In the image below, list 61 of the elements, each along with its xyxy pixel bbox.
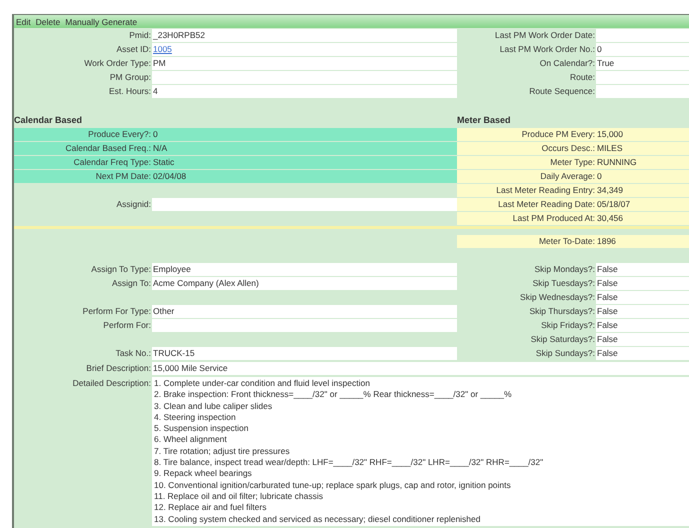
field-label: Meter To-Date: (538, 235, 596, 248)
field-value: False (596, 263, 689, 276)
field-label: Brief Description: (85, 362, 152, 375)
field-value: _23H0RPB52 (152, 29, 457, 42)
field-value: PM (152, 57, 457, 70)
field-value: False (596, 277, 689, 290)
field-value: Acme Company (Alex Allen) (152, 277, 457, 290)
field-label: Perform For Type: (82, 305, 152, 318)
field-value: Other (152, 305, 457, 318)
field-label: Detailed Description: (72, 377, 152, 390)
field-label: Est. Hours: (108, 85, 152, 98)
menu-item[interactable]: Manually Generate (65, 16, 138, 26)
field-value: 4 (152, 85, 457, 98)
section-heading: Calendar Based (14, 114, 84, 127)
field-value: 15,000 Mile Service (152, 362, 689, 375)
field-label: Task No.: (114, 347, 152, 360)
field-label: Work Order Type: (83, 57, 152, 70)
field-value: False (596, 291, 689, 304)
field-label: Last PM Produced At: (512, 212, 596, 225)
field-label: Assign To: (110, 277, 152, 290)
field-label: Assignid: (116, 198, 152, 211)
field-label: Skip Saturdays?: (530, 333, 596, 346)
field-label: Produce PM Every: (520, 128, 596, 141)
field-label: Last Meter Reading Entry: (495, 184, 596, 197)
field-value: Employee (152, 263, 457, 276)
field-label: Calendar Based Freq.: (64, 142, 152, 155)
field-value: False (596, 305, 689, 318)
field-value: False (596, 319, 689, 332)
field-label: Route Sequence: (528, 85, 596, 98)
field-label: Last PM Work Order Date: (494, 29, 596, 42)
field-label: Skip Mondays?: (534, 263, 596, 276)
field-label: Last PM Work Order No.: (498, 43, 596, 56)
field-label: Last Meter Reading Date: (497, 198, 596, 211)
field-label: Skip Thursdays?: (528, 305, 596, 318)
field-label: Meter Type: (549, 156, 596, 169)
field-label: On Calendar?: (538, 57, 596, 70)
description-text: 1. Complete under-car condition and fluid level inspection 2. Brake inspection: Front thickness=____/32" or _____% Rear thickness=____/32" or _____% 3. Clean and lube caliper slides 4. Steering inspection 5. Suspension inspection 6. Wheel alignment 7. Tire rotation; adjust tire pressures 8. Tire balance, inspect tread wear/depth: LHF=____/32" RHF=____/32" LHR=____/32" RHR=____/32" 9. Repack wheel bearings 10. Conventional ignition/carburated tune-up; replace spark plugs, cap and rotor, ignition points 11. Replace oil and oil filter; lubricate chassis 12. Replace air and fuel filters 13. Cooling system checked and serviced as necessary; diesel conditioner replenished (152, 377, 689, 526)
asset-link[interactable]: 1005 (153, 44, 172, 54)
field-label: Occurs Desc.: (540, 142, 596, 155)
section-heading: Meter Based (457, 114, 512, 127)
field-label: Calendar Freq Type: (72, 156, 152, 169)
menu-item[interactable]: Edit (16, 16, 31, 26)
field-label: Route: (568, 71, 596, 84)
field-label: Skip Tuesdays?: (532, 277, 596, 290)
field-label: Perform For: (102, 319, 152, 332)
field-label: Assign To Type: (90, 263, 152, 276)
field-label: Skip Sundays?: (534, 347, 596, 360)
field-label: Produce Every?: (87, 128, 152, 141)
field-value: False (596, 347, 689, 360)
field-label: Next PM Date: (94, 170, 152, 183)
field-label: Daily Average: (539, 170, 596, 183)
field-label: Skip Fridays?: (540, 319, 596, 332)
field-label: Skip Wednesdays?: (519, 291, 596, 304)
field-value: True (596, 57, 689, 70)
field-label: Pmid: (128, 29, 152, 42)
field-label: Asset ID: (116, 43, 152, 56)
menu-item[interactable]: Delete (36, 16, 60, 26)
field-value: False (596, 333, 689, 346)
field-value: 0 (596, 43, 689, 56)
field-label: PM Group: (108, 71, 152, 84)
field-value: TRUCK-15 (152, 347, 457, 360)
